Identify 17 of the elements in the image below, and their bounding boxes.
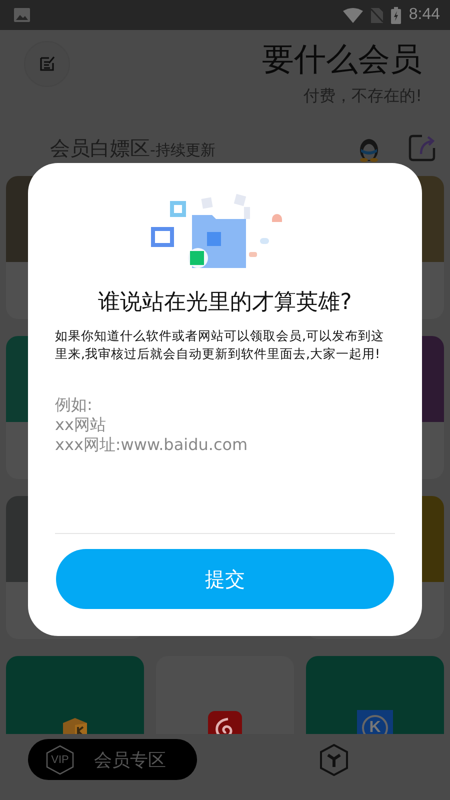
edit-button[interactable] bbox=[24, 41, 70, 87]
no-sim-icon bbox=[370, 8, 383, 22]
dialog-title: 谁说站在光里的才算英雄? bbox=[98, 289, 352, 317]
image-icon bbox=[14, 8, 30, 22]
share-icon[interactable] bbox=[408, 134, 436, 162]
member-zone-tab[interactable]: VIP 会员专区 bbox=[28, 739, 197, 780]
edit-icon bbox=[38, 55, 56, 73]
wifi-icon bbox=[342, 8, 363, 22]
app-title: 要什么会员 bbox=[262, 40, 422, 78]
dialog-message: 如果你知道什么软件或者网站可以领取会员,可以发布到这里来,我审核过后就会自动更新到软件里面去,大家一起用! bbox=[55, 327, 385, 363]
app-card[interactable]: K bbox=[306, 656, 444, 734]
app-logo-icon: K bbox=[357, 710, 393, 734]
submit-button[interactable]: 提交 bbox=[56, 549, 394, 609]
battery-icon bbox=[390, 6, 401, 24]
status-time: 8:44 bbox=[408, 6, 440, 24]
cube-icon[interactable] bbox=[320, 744, 348, 776]
vip-icon: VIP bbox=[46, 744, 74, 774]
